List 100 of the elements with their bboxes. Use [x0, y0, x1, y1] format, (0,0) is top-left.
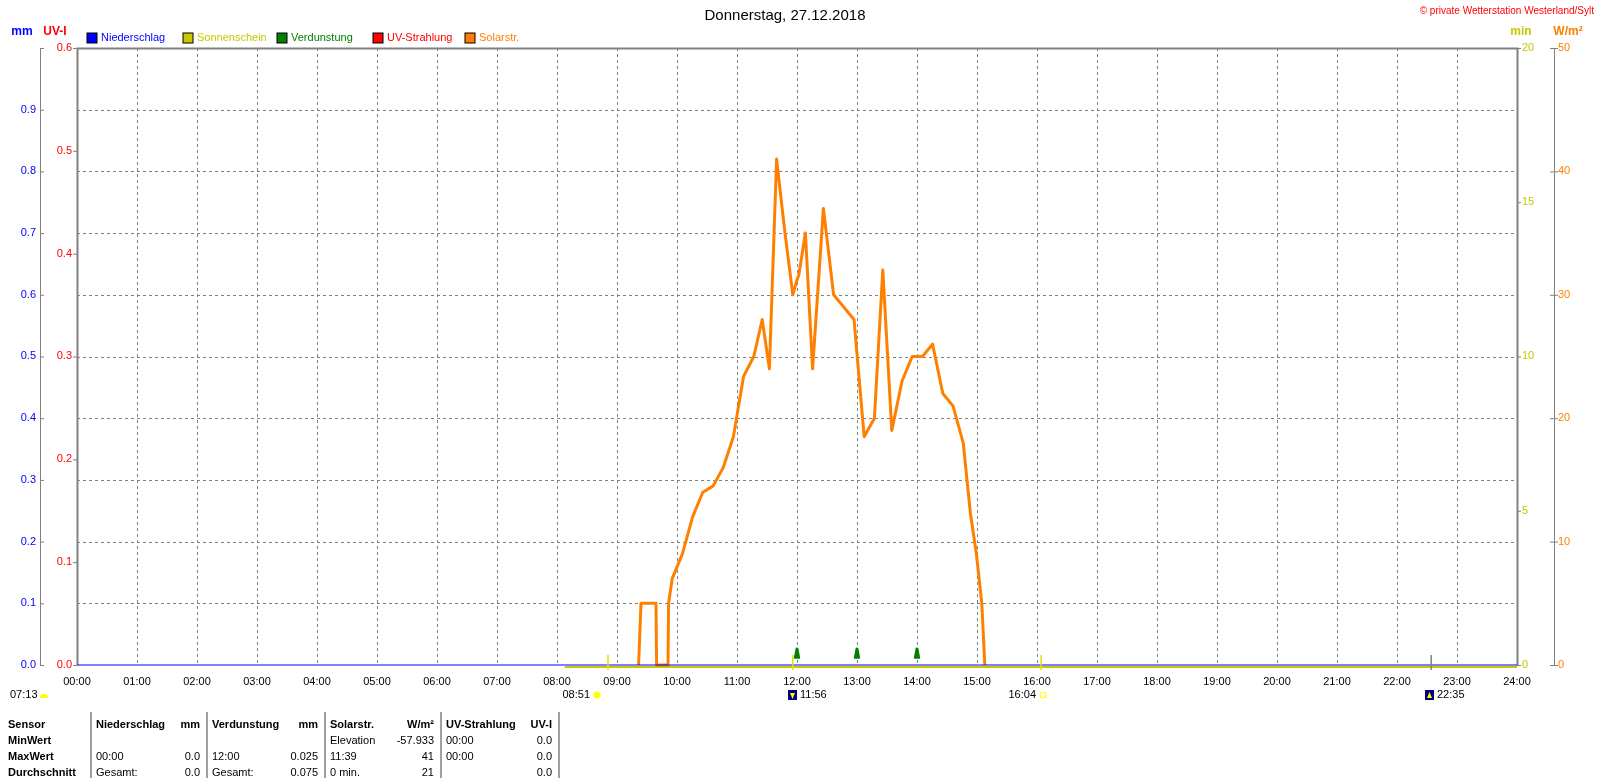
table-cell-text: Gesamt: [96, 765, 138, 780]
axis-tick-label: 05:00 [363, 674, 391, 687]
axis-tick-label: 0.9 [20, 102, 36, 115]
axis-tick-label: 24:00 [1503, 674, 1531, 687]
axis-tick-label: 0.3 [56, 349, 72, 362]
up-arrow-icon [1425, 690, 1434, 700]
table-cell-text: 0.0 [536, 765, 552, 780]
axis-tick-label: 0.5 [20, 349, 36, 362]
axis-unit-label: min [1510, 24, 1532, 39]
table-cell-text: 0.075 [290, 765, 318, 780]
column-header: W/m² [407, 717, 434, 732]
table-cell-text: 21 [421, 765, 434, 780]
axis-tick-label: 10 [1522, 349, 1535, 362]
axis-tick-label: 30 [1558, 287, 1571, 300]
axis-tick-label: 01:00 [123, 674, 151, 687]
column-header: Solarstr. [330, 717, 375, 732]
axis-tick-label: 11:00 [723, 674, 751, 687]
axis-tick-label: 0.4 [56, 246, 72, 259]
axis-tick-label: 0.8 [20, 164, 36, 177]
sun-outline-icon [1039, 691, 1047, 699]
axis-tick-label: 0.0 [56, 657, 72, 670]
axis-tick-label: 0.0 [20, 657, 36, 670]
row-header: MaxWert [8, 749, 55, 764]
axis-tick-label: 02:00 [183, 674, 211, 687]
table-cell-text: 0.025 [290, 749, 318, 764]
axis-tick-label: 15:00 [963, 674, 991, 687]
legend-label: UV-Strahlung [387, 31, 453, 44]
table-cell-text: 0.0 [184, 765, 200, 780]
axis-tick-label: 5 [1522, 503, 1529, 516]
axis-tick-label: 0.2 [20, 534, 36, 547]
column-header: UV-Strahlung [446, 717, 516, 732]
axis-tick-label: 10 [1558, 534, 1571, 547]
event-time: 07:13 [10, 687, 38, 700]
axis-tick-label: 16:00 [1023, 674, 1051, 687]
axis-unit-label: mm [11, 24, 33, 39]
axis-tick-label: 20 [1522, 40, 1535, 53]
event-time: 08:51 [562, 687, 590, 700]
table-cell-text: 00:00 [446, 733, 474, 748]
column-header: Sensor [8, 717, 47, 732]
axis-tick-label: 12:00 [783, 674, 811, 687]
row-header: MinWert [8, 733, 53, 748]
sun-icon [593, 691, 601, 699]
legend-label: Verdunstung [291, 31, 353, 44]
column-header: Verdunstung [212, 717, 280, 732]
axis-tick-label: 09:00 [603, 674, 631, 687]
axis-tick-label: 00:00 [63, 674, 91, 687]
axis-tick-label: 0.2 [56, 452, 72, 465]
table-cell-text: 00:00 [446, 749, 474, 764]
legend-label: Niederschlag [101, 31, 166, 44]
column-header: mm [180, 717, 200, 732]
table-cell-text: 0.0 [536, 733, 552, 748]
column-header: UV-I [530, 717, 552, 732]
event-marker [792, 654, 794, 671]
table-cell-text: Elevation [330, 733, 376, 748]
axis-unit-label: W/m² [1553, 24, 1583, 39]
axis-tick-label: 21:00 [1323, 674, 1351, 687]
axis-tick-label: 13:00 [843, 674, 871, 687]
event-time: 22:35 [1437, 687, 1465, 700]
axis-tick-label: 22:00 [1383, 674, 1411, 687]
legend-label: Solarstr. [479, 31, 520, 44]
axis-tick-label: 20:00 [1263, 674, 1291, 687]
axis-tick-label: 0.3 [20, 472, 36, 485]
chart-title: Donnerstag, 27.12.2018 [704, 5, 866, 23]
axis-tick-label: 0.4 [20, 411, 36, 424]
axis-tick-label: 10:00 [663, 674, 691, 687]
down-arrow-icon [788, 690, 797, 700]
axis-tick-label: 04:00 [303, 674, 331, 687]
axis-tick-label: 0.7 [20, 226, 36, 238]
axis-tick-label: 0.1 [20, 596, 36, 609]
axis-tick-label: 40 [1558, 164, 1571, 177]
event-marker [607, 654, 609, 671]
axis-tick-label: 08:00 [543, 674, 571, 687]
event-time: 16:04 [1008, 687, 1036, 700]
table-cell-text: -57.933 [396, 733, 434, 748]
axis-tick-label: 0.6 [20, 287, 36, 300]
table-cell-text: 00:00 [96, 749, 124, 764]
axis-tick-label: 50 [1558, 40, 1571, 53]
row-header: Durchschnitt [8, 765, 77, 780]
axis-tick-label: 06:00 [423, 674, 451, 687]
axis-tick-label: 0.6 [56, 40, 72, 53]
table-cell-text: 0.0 [184, 749, 200, 764]
axis-tick-label: 0.5 [56, 143, 72, 156]
table-cell-text: 11:39 [330, 749, 357, 764]
table-cell-text: 41 [421, 749, 434, 764]
axis-unit-label: UV-I [43, 24, 67, 39]
axis-tick-label: 0 [1558, 657, 1565, 670]
axis-tick-label: 17:00 [1083, 674, 1111, 687]
axis-tick-label: 18:00 [1143, 674, 1171, 687]
axis-tick-label: 14:00 [903, 674, 931, 687]
axis-tick-label: 0.1 [56, 555, 72, 568]
axis-tick-label: 03:00 [243, 674, 271, 687]
event-marker [1430, 654, 1432, 671]
table-cell-text: 0 min. [330, 765, 360, 780]
table-cell-text: 0.0 [536, 749, 552, 764]
copyright-text: © private Wetterstation Westerland/Sylt [1419, 4, 1594, 16]
axis-tick-label: 19:00 [1203, 674, 1231, 687]
event-marker [1040, 654, 1042, 671]
axis-tick-label: 20 [1558, 411, 1571, 424]
axis-tick-label: 15 [1522, 195, 1535, 208]
axis-tick-label: 0 [1522, 657, 1529, 670]
